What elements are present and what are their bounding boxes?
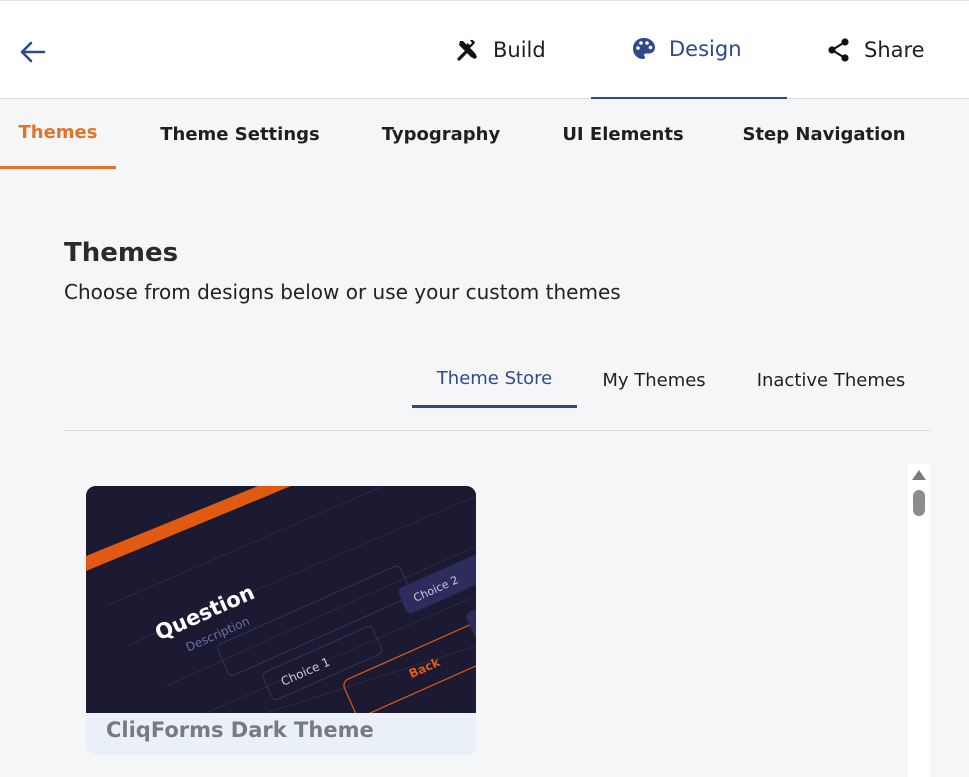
subtab-step-navigation[interactable]: Step Navigation	[730, 99, 918, 169]
theme-preview-image: Question Description Choice 1 Choice 2 B…	[86, 486, 476, 713]
tab-share-label: Share	[864, 38, 925, 62]
tab-my-themes[interactable]: My Themes	[588, 352, 720, 408]
page-title: Themes	[64, 238, 179, 268]
scroll-thumb[interactable]	[913, 490, 925, 516]
page-subtitle: Choose from designs below or use your cu…	[64, 280, 621, 304]
subtab-typography[interactable]: Typography	[366, 99, 516, 169]
tab-build-label: Build	[493, 38, 546, 62]
subtab-theme-settings[interactable]: Theme Settings	[150, 99, 330, 169]
tools-icon	[457, 39, 477, 61]
subtab-ui-elements[interactable]: UI Elements	[550, 99, 696, 169]
design-subtabs: Themes Theme Settings Typography UI Elem…	[0, 99, 969, 169]
theme-card-title: CliqForms Dark Theme	[106, 718, 374, 742]
scrollbar[interactable]	[908, 464, 930, 777]
share-icon	[828, 38, 849, 62]
top-bar: Build Design Share	[0, 0, 969, 99]
tab-design[interactable]: Design	[591, 1, 787, 99]
theme-card[interactable]: Question Description Choice 1 Choice 2 B…	[86, 486, 476, 755]
tab-build[interactable]: Build	[455, 1, 546, 99]
tab-inactive-themes[interactable]: Inactive Themes	[742, 352, 920, 408]
subtab-themes[interactable]: Themes	[0, 99, 116, 169]
tab-share[interactable]: Share	[826, 1, 925, 99]
divider	[64, 430, 931, 431]
scroll-up-icon[interactable]	[912, 470, 926, 480]
back-arrow-icon[interactable]	[18, 39, 48, 65]
tab-theme-store[interactable]: Theme Store	[412, 352, 577, 408]
tab-design-label: Design	[669, 37, 742, 61]
palette-icon	[633, 38, 655, 59]
